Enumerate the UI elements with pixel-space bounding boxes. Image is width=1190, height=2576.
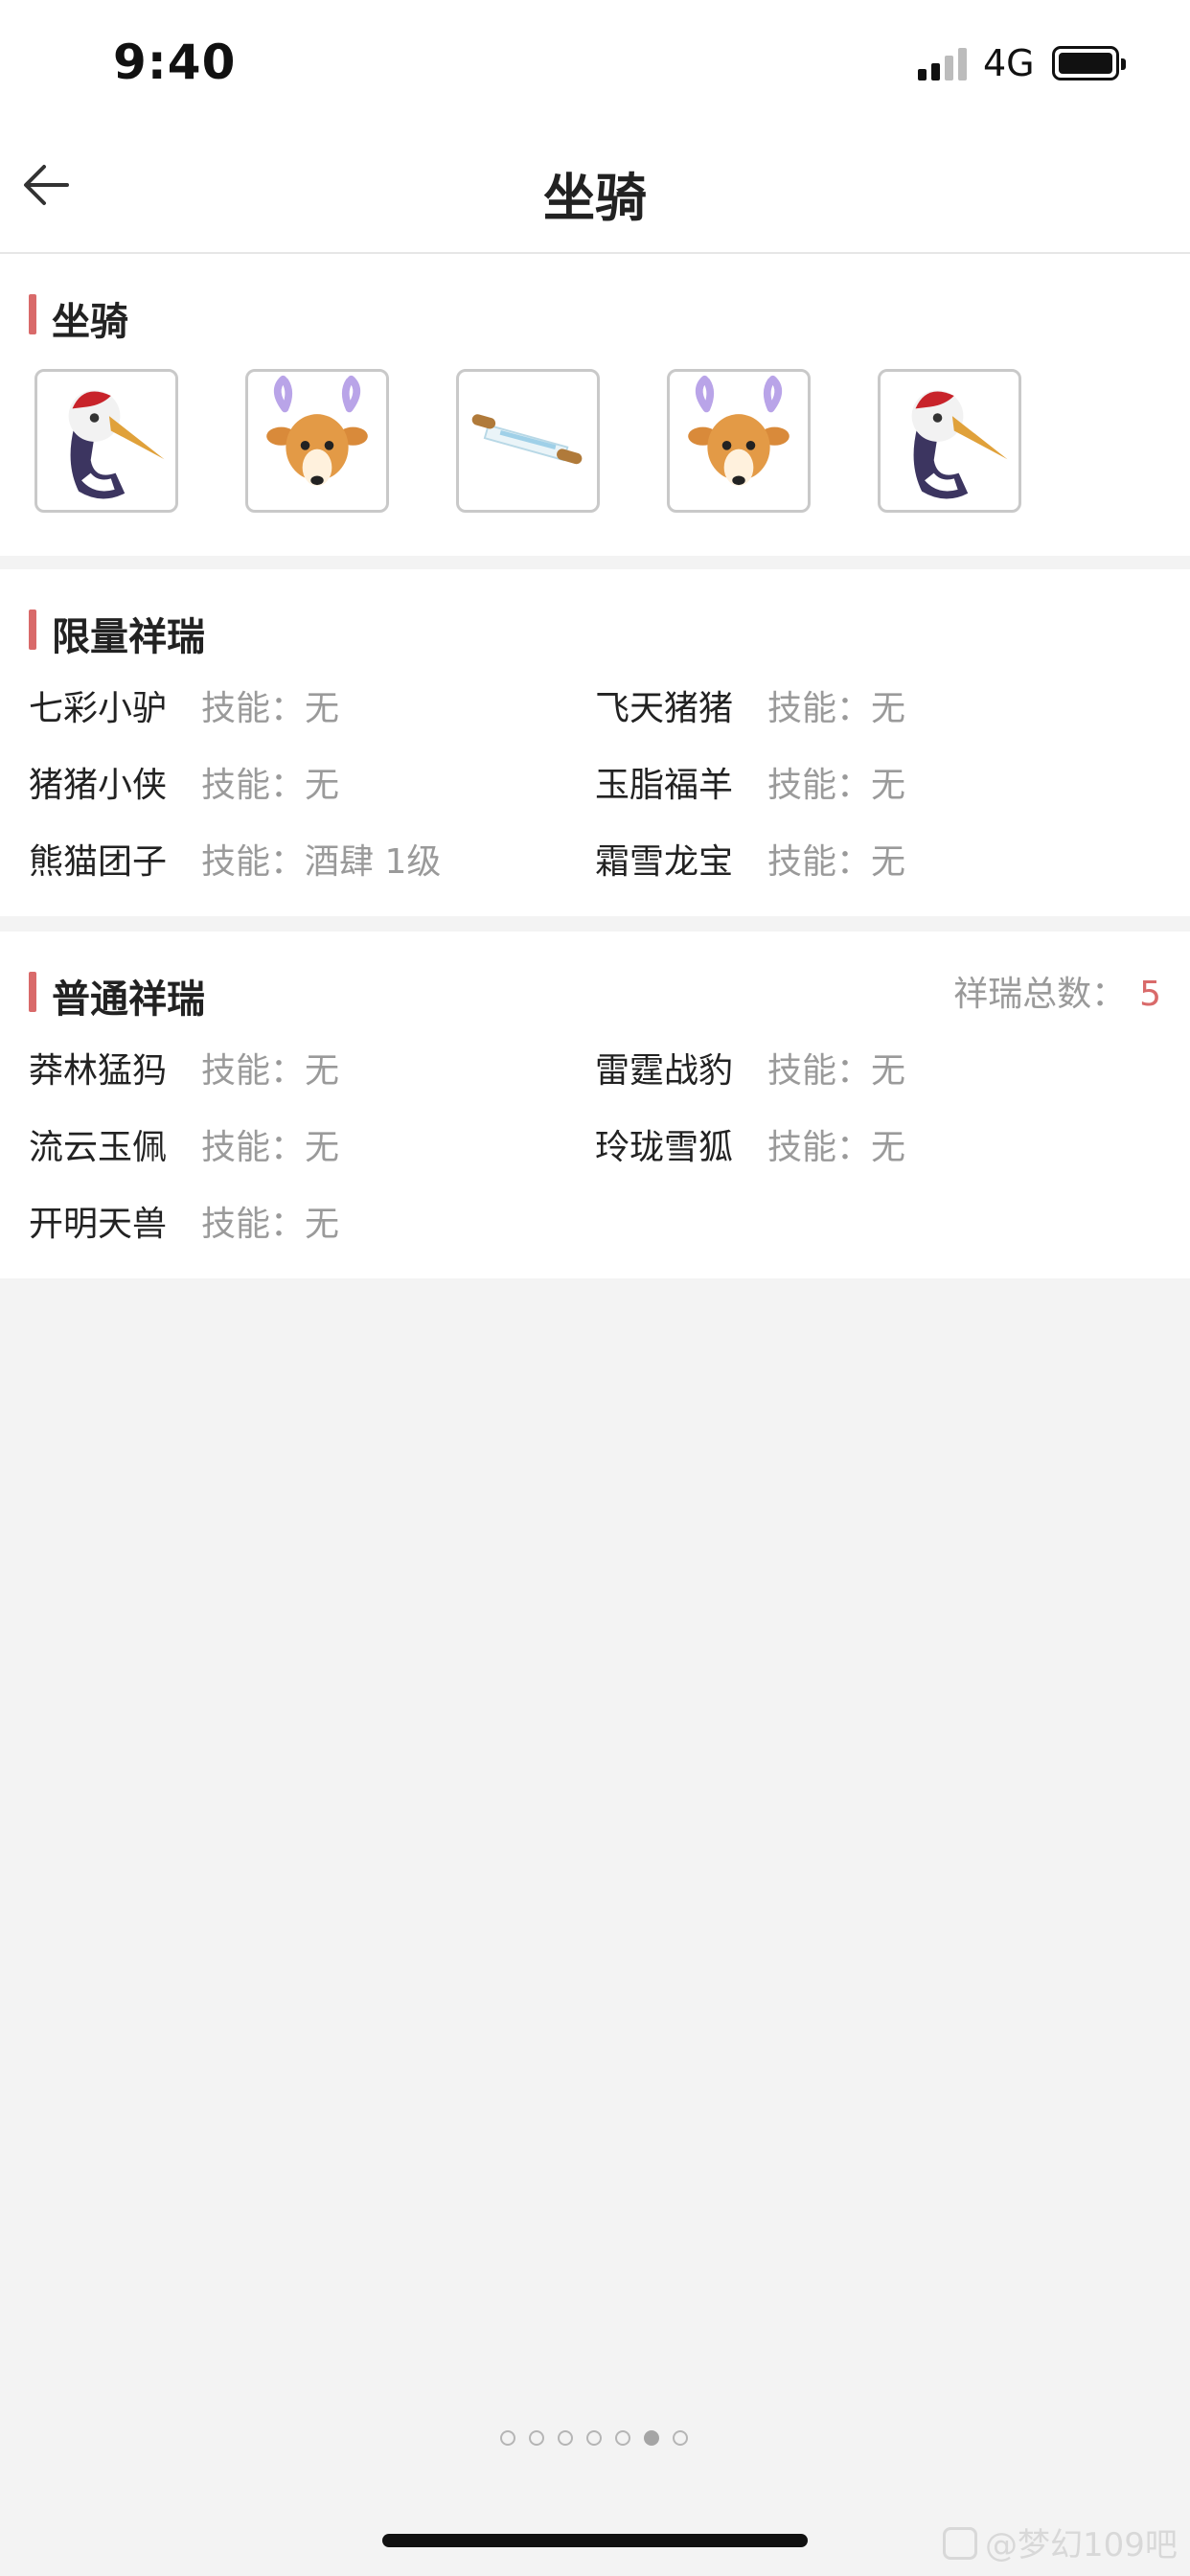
network-type: 4G: [983, 42, 1035, 84]
mount-item[interactable]: [456, 369, 600, 513]
item-name: 熊猫团子: [29, 842, 168, 882]
status-time: 9:40: [113, 34, 237, 90]
page-dot[interactable]: [558, 2430, 573, 2446]
item-name: 莽林猛犸: [29, 1051, 168, 1091]
page-dot[interactable]: [615, 2430, 630, 2446]
normal-section: 普通祥瑞 祥瑞总数： 5 莽林猛犸 技能：无 雷霆战豹 技能：无 流云玉佩 技能：…: [0, 932, 1190, 1278]
section-title: 普通祥瑞: [52, 978, 205, 1022]
deer-mount-icon: [266, 375, 368, 487]
battery-icon: [1052, 46, 1126, 80]
limited-section: 限量祥瑞 七彩小驴 技能：无 飞天猪猪 技能：无 猪猪小侠 技能：无 玉脂福羊 …: [0, 569, 1190, 916]
page-dot[interactable]: [529, 2430, 544, 2446]
section-title: 限量祥瑞: [52, 615, 205, 659]
item-name: 七彩小驴: [29, 689, 168, 728]
item-skill: 技能：无: [201, 766, 340, 805]
page-dot[interactable]: [673, 2430, 688, 2446]
item-name: 开明天兽: [29, 1205, 168, 1244]
item-skill: 技能：无: [767, 766, 906, 805]
watermark: @梦幻109吧: [943, 2518, 1178, 2565]
item-name: 流云玉佩: [29, 1128, 168, 1167]
item-name: 玉脂福羊: [595, 766, 734, 805]
page-dot[interactable]: [500, 2430, 515, 2446]
mounts-section: 坐骑: [0, 254, 1190, 556]
page-indicator: [500, 2430, 692, 2450]
item-skill: 技能：无: [767, 689, 906, 728]
watermark-text: @梦幻109吧: [985, 2526, 1178, 2564]
item-skill: 技能：无: [767, 842, 906, 882]
mount-item[interactable]: [878, 369, 1021, 513]
mount-item[interactable]: [667, 369, 811, 513]
item-skill: 技能：酒肆 1级: [201, 842, 442, 882]
item-name: 猪猪小侠: [29, 766, 168, 805]
item-skill: 技能：无: [201, 1051, 340, 1091]
item-name: 霜雪龙宝: [595, 842, 734, 882]
weibo-icon: [943, 2527, 977, 2560]
item-name: 玲珑雪狐: [595, 1128, 734, 1167]
crane-mount-icon: [911, 390, 1008, 499]
mount-item[interactable]: [245, 369, 389, 513]
mount-list: [34, 369, 1088, 515]
nav-bar: 坐骑: [0, 128, 1190, 254]
mount-item[interactable]: [34, 369, 178, 513]
page-title: 坐骑: [543, 168, 647, 228]
scroll-mount-icon: [471, 414, 583, 465]
status-bar: 9:40 4G: [0, 0, 1190, 128]
total-count: 祥瑞总数： 5: [953, 966, 1161, 1016]
page-dot[interactable]: [586, 2430, 602, 2446]
signal-icon: [918, 46, 968, 80]
item-skill: 技能：无: [201, 1128, 340, 1167]
home-indicator[interactable]: [382, 2534, 808, 2547]
item-name: 飞天猪猪: [595, 689, 734, 728]
section-accent-bar: [29, 294, 36, 334]
total-count-label: 祥瑞总数：: [953, 975, 1127, 1014]
total-count-value: 5: [1139, 975, 1161, 1014]
crane-mount-icon: [68, 390, 165, 499]
item-skill: 技能：无: [767, 1051, 906, 1091]
section-accent-bar: [29, 610, 36, 650]
page-dot[interactable]: [644, 2430, 659, 2446]
deer-mount-icon: [688, 375, 790, 487]
section-title: 坐骑: [52, 300, 128, 344]
item-skill: 技能：无: [201, 1205, 340, 1244]
item-skill: 技能：无: [201, 689, 340, 728]
section-accent-bar: [29, 972, 36, 1012]
item-name: 雷霆战豹: [595, 1051, 734, 1091]
item-skill: 技能：无: [767, 1128, 906, 1167]
